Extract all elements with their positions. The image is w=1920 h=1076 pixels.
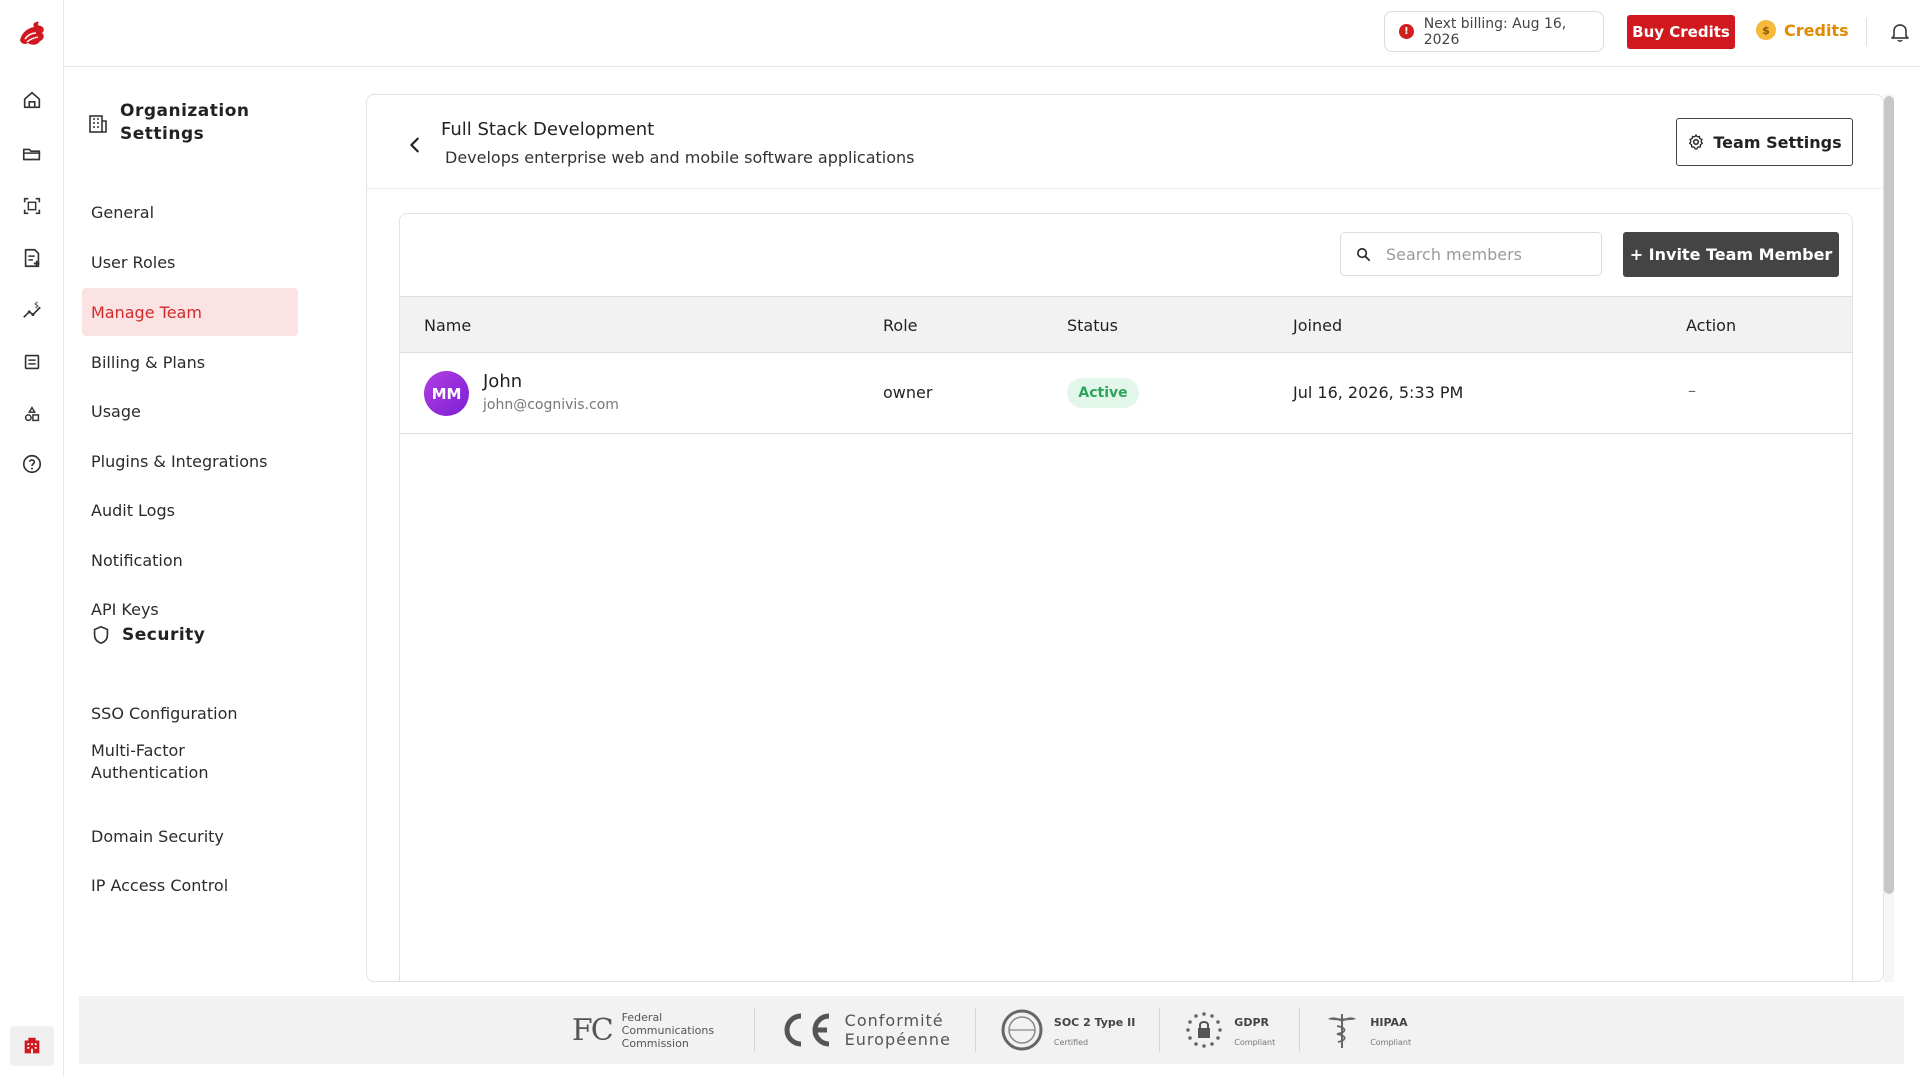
notification-bell-icon[interactable]	[1886, 18, 1914, 46]
next-billing-text: Next billing: Aug 16, 2026	[1423, 15, 1567, 48]
organization-button[interactable]	[10, 1026, 54, 1066]
search-members-input[interactable]	[1386, 244, 1586, 264]
soc2-label: SOC 2 Type II	[1053, 1016, 1136, 1029]
avatar: MM	[424, 371, 469, 416]
member-action: –	[1688, 381, 1696, 400]
ce-line-1: Conformité	[844, 1011, 944, 1030]
gdpr-lock-icon	[1186, 1012, 1223, 1048]
aicpa-soc-icon	[1001, 1009, 1043, 1051]
member-email: john@cognivis.com	[483, 397, 619, 413]
building-icon	[24, 1037, 40, 1054]
alert-icon: !	[1399, 24, 1414, 39]
team-header: Full Stack Development Develops enterpri…	[367, 95, 1883, 189]
credits-link[interactable]: $ Credits	[1756, 20, 1849, 40]
nav-sso-configuration[interactable]: SSO Configuration	[82, 689, 298, 737]
shield-icon	[93, 625, 109, 645]
document-add-icon[interactable]	[20, 246, 44, 270]
back-arrow-icon[interactable]	[405, 135, 425, 155]
hipaa-sub: Compliant	[1370, 1038, 1412, 1047]
soc2-badge: SOC 2 Type II Certified	[974, 1008, 1159, 1052]
security-title: Security	[122, 625, 206, 645]
hipaa-badge: HIPAA Compliant	[1299, 1008, 1435, 1052]
caduceus-icon	[1328, 1014, 1357, 1048]
folder-icon[interactable]	[20, 142, 44, 166]
column-header-status[interactable]: Status	[1067, 316, 1118, 335]
table-header: Name Role Status Joined Action	[400, 296, 1852, 353]
nav-billing-plans[interactable]: Billing & Plans	[82, 338, 298, 386]
app-rail: $	[0, 0, 64, 1076]
nav-audit-logs[interactable]: Audit Logs	[82, 486, 298, 534]
next-billing-notice[interactable]: ! Next billing: Aug 16, 2026	[1384, 11, 1604, 52]
member-joined: Jul 16, 2026, 5:33 PM	[1293, 383, 1464, 402]
scan-icon[interactable]	[20, 194, 44, 218]
ce-badge: Conformité Européenne	[753, 1008, 975, 1052]
coin-icon: $	[1756, 20, 1776, 40]
pricing-chart-icon[interactable]: $	[20, 298, 44, 322]
team-panel: Full Stack Development Develops enterpri…	[366, 94, 1884, 982]
search-icon	[1357, 247, 1371, 261]
members-card: + Invite Team Member Name Role Status Jo…	[399, 213, 1853, 981]
team-settings-button[interactable]: Team Settings	[1676, 118, 1853, 166]
shapes-icon[interactable]	[20, 402, 44, 426]
team-name: Full Stack Development	[441, 119, 655, 140]
team-settings-label: Team Settings	[1713, 132, 1842, 152]
nav-manage-team[interactable]: Manage Team	[82, 288, 298, 336]
security-header: Security	[90, 624, 205, 646]
brand-logo-icon[interactable]	[16, 18, 48, 48]
settings-title: Organization Settings	[120, 101, 250, 144]
fcc-logo: FC	[571, 1012, 614, 1048]
column-header-role[interactable]: Role	[883, 316, 917, 335]
nav-user-roles[interactable]: User Roles	[82, 238, 298, 286]
svg-text:$: $	[34, 299, 39, 309]
buy-credits-button[interactable]: Buy Credits	[1627, 15, 1735, 49]
nav-notification[interactable]: Notification	[82, 536, 298, 584]
gdpr-sub: Compliant	[1234, 1038, 1276, 1047]
table-row[interactable]: MM John john@cognivis.com owner Active J…	[400, 353, 1852, 434]
building-icon	[89, 115, 107, 133]
hipaa-label: HIPAA	[1370, 1016, 1408, 1029]
top-bar: ! Next billing: Aug 16, 2026 Buy Credits…	[64, 0, 1920, 67]
nav-general[interactable]: General	[82, 188, 298, 236]
settings-header: Organization Settings	[86, 100, 260, 146]
home-icon[interactable]	[20, 88, 44, 112]
column-header-action: Action	[1686, 316, 1737, 335]
status-badge: Active	[1067, 378, 1139, 408]
ce-line-2: Européenne	[844, 1030, 951, 1049]
fcc-badge: FC Federal Communications Commission	[548, 1008, 754, 1052]
member-search[interactable]	[1340, 232, 1602, 276]
team-description: Develops enterprise web and mobile softw…	[445, 148, 915, 167]
scrollbar-thumb[interactable]	[1884, 96, 1894, 894]
help-circle-icon[interactable]	[20, 452, 44, 476]
settings-sidebar: Organization Settings General User Roles…	[64, 68, 366, 998]
ce-text: Conformité Européenne	[845, 1011, 951, 1049]
list-box-icon[interactable]	[20, 350, 44, 374]
gdpr-label: GDPR	[1234, 1016, 1269, 1029]
compliance-footer: FC Federal Communications Commission Con…	[79, 996, 1904, 1064]
invite-team-member-button[interactable]: + Invite Team Member	[1623, 232, 1839, 277]
soc2-sub: Certified	[1053, 1038, 1089, 1047]
credits-label: Credits	[1784, 20, 1849, 40]
nav-plugins-integrations[interactable]: Plugins & Integrations	[82, 437, 298, 485]
nav-multi-factor-authentication[interactable]: Multi-Factor Authentication	[82, 732, 298, 792]
gdpr-badge: GDPR Compliant	[1159, 1008, 1299, 1052]
divider	[1866, 18, 1867, 46]
nav-domain-security[interactable]: Domain Security	[82, 812, 298, 860]
member-role: owner	[883, 383, 933, 402]
ce-mark-icon	[784, 1013, 829, 1047]
column-header-name[interactable]: Name	[424, 316, 471, 335]
column-header-joined[interactable]: Joined	[1293, 316, 1342, 335]
fcc-text: Federal Communications Commission	[621, 1010, 715, 1050]
nav-ip-access-control[interactable]: IP Access Control	[82, 861, 298, 909]
nav-usage[interactable]: Usage	[82, 387, 298, 435]
member-name: John	[483, 371, 523, 392]
gear-icon	[1689, 134, 1704, 150]
